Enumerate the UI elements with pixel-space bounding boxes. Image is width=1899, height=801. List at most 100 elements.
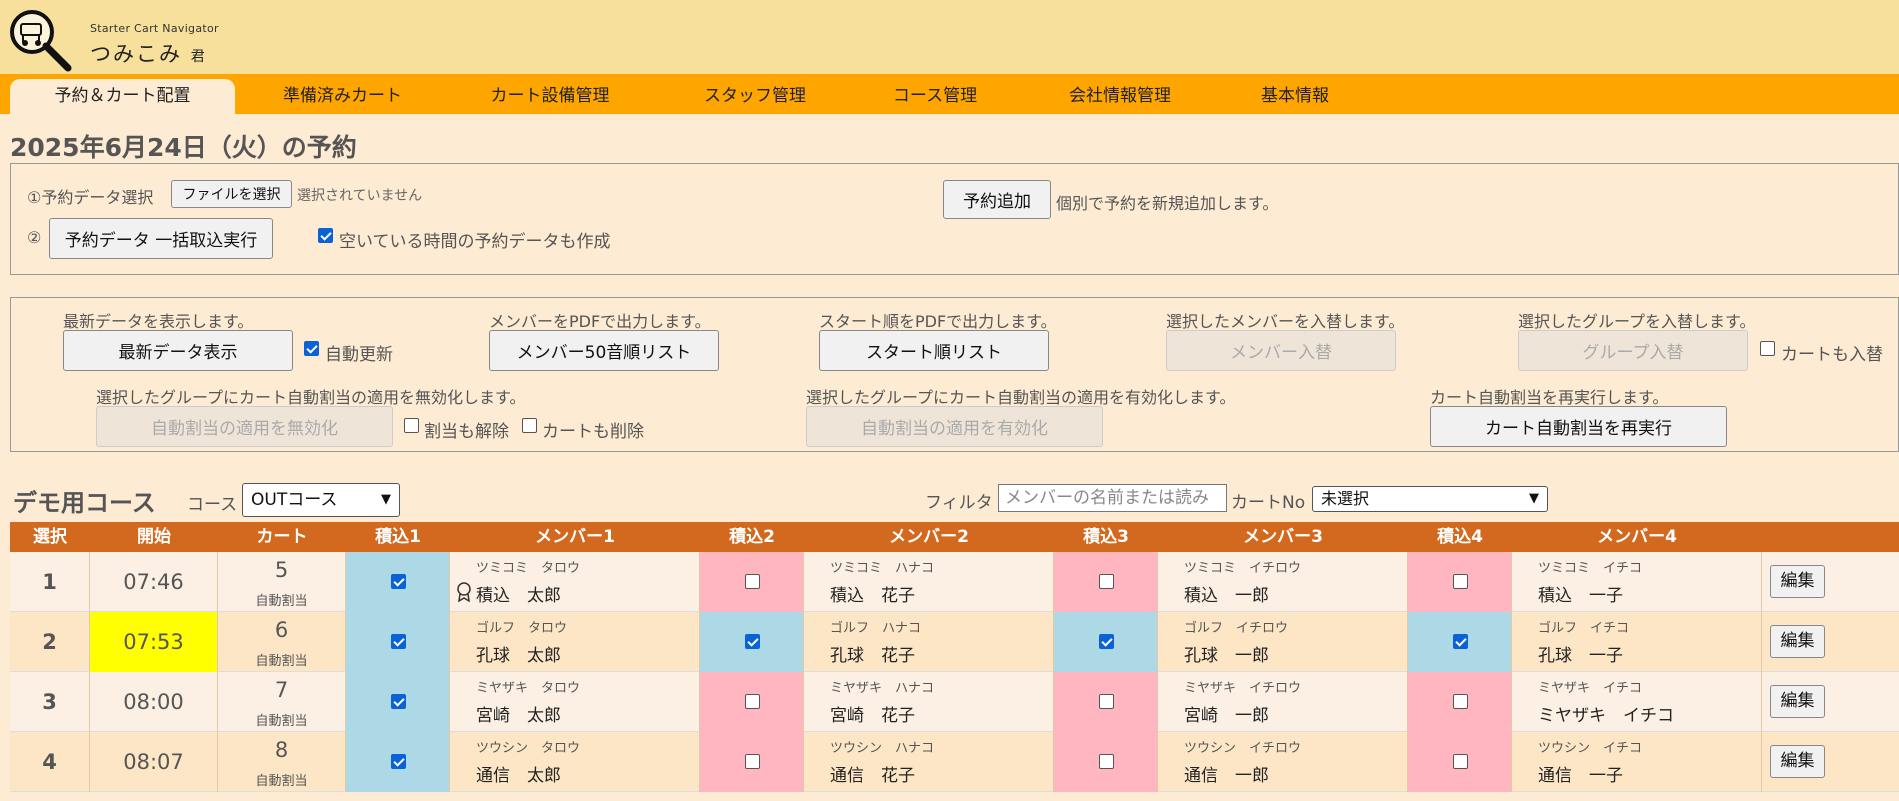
start-time: 08:07	[90, 732, 218, 792]
auto-update-checkbox[interactable]	[304, 341, 319, 356]
disable-desc: 選択したグループにカート自動割当の適用を無効化します。	[96, 388, 526, 407]
edit-cell: 編集	[1762, 672, 1899, 732]
load-checkbox-4[interactable]	[1452, 634, 1468, 649]
load-checkbox-3[interactable]	[1098, 574, 1114, 589]
load-cell-4	[1408, 612, 1512, 672]
auto-update-label: 自動更新	[325, 345, 393, 365]
rerun-auto-assign-button[interactable]: カート自動割当を再実行	[1430, 406, 1727, 447]
load-checkbox-2[interactable]	[744, 694, 760, 709]
load-checkbox-4[interactable]	[1452, 694, 1468, 709]
tab-course[interactable]: コース管理	[875, 79, 995, 114]
member-kana: ツウシン タロウ	[476, 741, 581, 756]
start-order-pdf-button[interactable]: スタート順リスト	[819, 330, 1049, 371]
enable-desc: 選択したグループにカート自動割当の適用を有効化します。	[806, 388, 1236, 407]
tab-company[interactable]: 会社情報管理	[1050, 79, 1190, 114]
load-checkbox-3[interactable]	[1098, 754, 1114, 769]
edit-button[interactable]: 編集	[1770, 565, 1825, 598]
load-checkbox-2[interactable]	[744, 574, 760, 589]
cart-number: 8	[274, 738, 289, 762]
member-kana: ミヤザキ イチコ	[1538, 681, 1643, 696]
load-checkbox-4[interactable]	[1452, 574, 1468, 589]
page-title: 2025年6月24日（火）の予約	[10, 133, 357, 162]
cart-auto-note: 自動割当	[255, 774, 308, 789]
release-assign-checkbox[interactable]	[404, 418, 419, 433]
load-cell-1	[346, 612, 450, 672]
delete-cart-checkbox[interactable]	[522, 418, 537, 433]
member-cell-3[interactable]: ゴルフ イチロウ 孔球 一郎	[1158, 612, 1408, 672]
filter-label: フィルタ	[925, 493, 993, 513]
load-checkbox-2[interactable]	[744, 634, 760, 649]
table-row[interactable]: 1 07:46 5 自動割当 ツミコミ タロウ 積込 太郎 ツミコミ ハナコ 積…	[10, 552, 1899, 612]
header-cart: カート	[256, 527, 308, 547]
course-label: コース	[187, 495, 238, 515]
load-checkbox-1[interactable]	[390, 574, 406, 589]
course-select[interactable]: OUTコース ▼	[242, 483, 400, 517]
load-checkbox-1[interactable]	[390, 634, 406, 649]
member-kana: ツミコミ イチコ	[1538, 561, 1643, 576]
table-row[interactable]: 3 08:00 7 自動割当 ミヤザキ タロウ 宮崎 太郎 ミヤザキ ハナコ 宮…	[10, 672, 1899, 732]
load-cell-2	[700, 612, 804, 672]
member-cell-1[interactable]: ツミコミ タロウ 積込 太郎	[450, 552, 700, 612]
import-panel: ①予約データ選択 ファイルを選択 選択されていません ② 予約データ 一括取込実…	[10, 163, 1899, 275]
refresh-desc: 最新データを表示します。	[63, 312, 254, 331]
row-number: 3	[10, 672, 90, 732]
tab-reservation-cart[interactable]: 予約＆カート配置	[10, 79, 235, 114]
load-checkbox-3[interactable]	[1098, 694, 1114, 709]
member-name: 通信 花子	[830, 766, 915, 786]
member-cell-2[interactable]: ツミコミ ハナコ 積込 花子	[804, 552, 1054, 612]
swap-group-button[interactable]: グループ入替	[1518, 330, 1748, 371]
member-cell-4[interactable]: ミヤザキ イチコ ミヤザキ イチコ	[1512, 672, 1762, 732]
load-cell-1	[346, 672, 450, 732]
filter-input[interactable]: メンバーの名前または読み	[998, 484, 1227, 512]
load-cell-4	[1408, 672, 1512, 732]
tab-prepared-carts[interactable]: 準備済みカート	[250, 79, 435, 114]
header-member-1: メンバー1	[535, 527, 615, 547]
swap-cart-checkbox[interactable]	[1760, 341, 1775, 356]
load-checkbox-2[interactable]	[744, 754, 760, 769]
member-kana: ツミコミ タロウ	[476, 561, 581, 576]
create-empty-checkbox[interactable]	[318, 228, 333, 243]
load-checkbox-4[interactable]	[1452, 754, 1468, 769]
member-kana: ツウシン ハナコ	[830, 741, 935, 756]
cart-no-select[interactable]: 未選択 ▼	[1312, 486, 1548, 512]
member-cell-2[interactable]: ミヤザキ ハナコ 宮崎 花子	[804, 672, 1054, 732]
swap-group-desc: 選択したグループを入替します。	[1518, 312, 1756, 331]
award-icon	[457, 582, 471, 602]
tab-basic-info[interactable]: 基本情報	[1250, 79, 1340, 114]
refresh-button[interactable]: 最新データ表示	[63, 330, 293, 371]
member-cell-1[interactable]: ゴルフ タロウ 孔球 太郎	[450, 612, 700, 672]
bulk-import-button[interactable]: 予約データ 一括取込実行	[49, 218, 273, 259]
load-checkbox-3[interactable]	[1098, 634, 1114, 649]
member-pdf-button[interactable]: メンバー50音順リスト	[489, 330, 719, 371]
member-cell-4[interactable]: ゴルフ イチコ 孔球 一子	[1512, 612, 1762, 672]
edit-button[interactable]: 編集	[1770, 685, 1825, 718]
member-cell-2[interactable]: ゴルフ ハナコ 孔球 花子	[804, 612, 1054, 672]
member-cell-4[interactable]: ツウシン イチコ 通信 一子	[1512, 732, 1762, 792]
member-cell-3[interactable]: ツウシン イチロウ 通信 一郎	[1158, 732, 1408, 792]
tab-staff[interactable]: スタッフ管理	[680, 79, 830, 114]
start-time: 08:00	[90, 672, 218, 732]
load-cell-1	[346, 552, 450, 612]
member-cell-2[interactable]: ツウシン ハナコ 通信 花子	[804, 732, 1054, 792]
header-load-2: 積込2	[729, 527, 775, 547]
load-checkbox-1[interactable]	[390, 694, 406, 709]
edit-button[interactable]: 編集	[1770, 745, 1825, 778]
row-number: 1	[10, 552, 90, 612]
load-checkbox-1[interactable]	[390, 754, 406, 769]
enable-auto-assign-button[interactable]: 自動割当の適用を有効化	[806, 406, 1103, 447]
disable-auto-assign-button[interactable]: 自動割当の適用を無効化	[96, 406, 393, 447]
swap-member-button[interactable]: メンバー入替	[1166, 330, 1396, 371]
load-cell-4	[1408, 552, 1512, 612]
edit-button[interactable]: 編集	[1770, 625, 1825, 658]
add-reservation-button[interactable]: 予約追加	[943, 180, 1051, 219]
member-cell-1[interactable]: ミヤザキ タロウ 宮崎 太郎	[450, 672, 700, 732]
member-cell-3[interactable]: ツミコミ イチロウ 積込 一郎	[1158, 552, 1408, 612]
member-cell-1[interactable]: ツウシン タロウ 通信 太郎	[450, 732, 700, 792]
tab-cart-equipment[interactable]: カート設備管理	[460, 79, 640, 114]
member-cell-4[interactable]: ツミコミ イチコ 積込 一子	[1512, 552, 1762, 612]
table-row[interactable]: 4 08:07 8 自動割当 ツウシン タロウ 通信 太郎 ツウシン ハナコ 通…	[10, 732, 1899, 792]
file-select-button[interactable]: ファイルを選択	[171, 180, 292, 208]
table-row[interactable]: 2 07:53 6 自動割当 ゴルフ タロウ 孔球 太郎 ゴルフ ハナコ 孔球 …	[10, 612, 1899, 672]
header-member-3: メンバー3	[1243, 527, 1323, 547]
member-cell-3[interactable]: ミヤザキ イチロウ 宮崎 一郎	[1158, 672, 1408, 732]
